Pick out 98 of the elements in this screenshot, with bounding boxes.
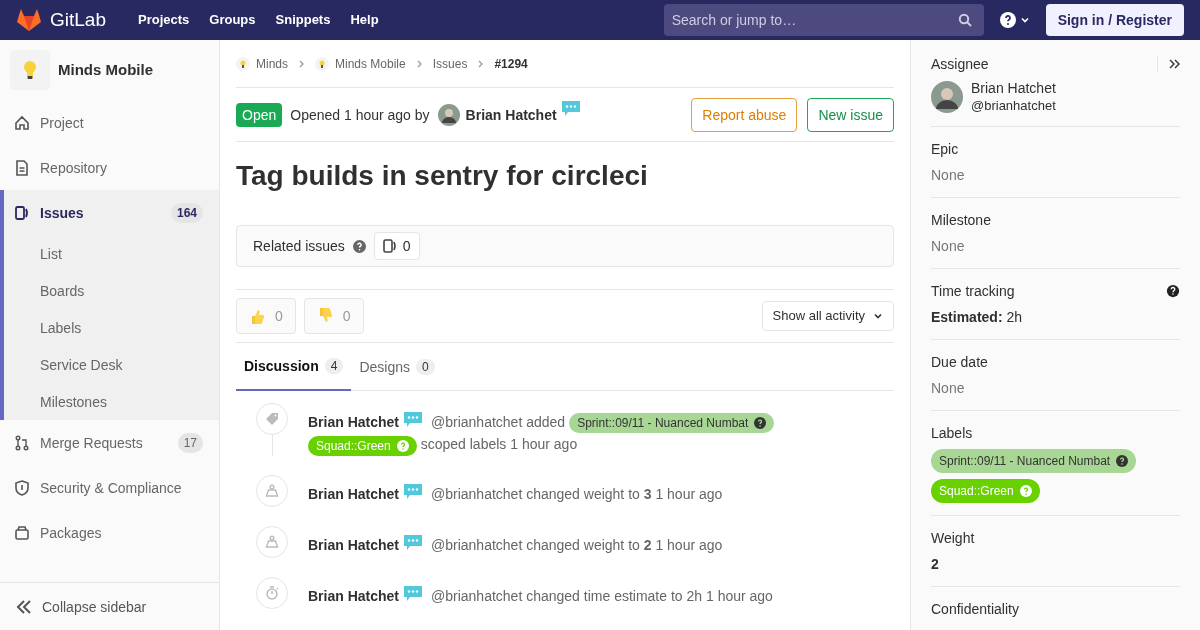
sidebar-item[interactable]: Packages [4,510,219,555]
breadcrumb-link[interactable]: #1294 [494,55,528,72]
sidebar-item[interactable]: Repository [4,145,219,190]
user-avatar[interactable] [931,80,963,113]
help-menu[interactable] [999,12,1030,28]
new-issue-button[interactable]: New issue [807,97,894,132]
section-value: None [931,165,966,185]
help-icon[interactable] [1116,454,1129,467]
lightbulb-icon [23,60,37,80]
breadcrumb-link[interactable]: Minds [256,55,288,72]
author-name[interactable]: Brian Hatchet [308,536,400,553]
breadcrumb-link[interactable]: Minds Mobile [335,55,406,72]
status-badge: Open [236,102,283,127]
count-badge: 164 [170,202,203,223]
label-badge: Squad::Green [931,478,1040,503]
section-title: Time tracking [931,281,1015,301]
section-value: 2 [931,554,940,574]
count-badge: 4 [324,358,344,374]
user-avatar [437,103,460,126]
chevron-down-icon [873,311,883,321]
event-text: @brianhatchet changed weight to 2 1 hour ago [431,536,723,553]
help-icon[interactable] [1166,283,1180,298]
breadcrumb-link[interactable]: Issues [432,55,468,72]
issues-icon [14,204,30,221]
event-text: @brianhatchet changed time estimate to 2h 1 hour ago [431,587,773,604]
double-chevron-left-icon [16,599,32,614]
chevron-right-icon [477,59,485,68]
search-field[interactable]: Search or jump to… [663,4,984,36]
chat-bubble-icon [403,482,424,500]
label-badge: Squad::Green [308,435,417,456]
nav-link[interactable]: Groups [209,10,256,30]
event-text: scoped labels 1 hour ago [420,436,578,453]
chat-bubble-icon [403,584,424,602]
section-title: Labels [931,423,973,443]
author-name[interactable]: Brian Hatchet [308,587,400,604]
related-count-badge: 0 [373,232,420,260]
thumbs-up-icon [249,307,265,325]
project-name[interactable]: Minds Mobile [58,58,153,82]
submenu-item[interactable]: List [4,235,219,272]
section-title: Weight [931,528,975,548]
submenu-item[interactable]: Milestones [4,383,219,420]
tab[interactable]: Discussion 4 [236,343,352,391]
author-name[interactable]: Brian Hatchet [465,104,557,125]
assignee-username: @brianhatchet [971,97,1056,114]
chat-bubble-icon [403,533,424,551]
lightbulb-icon [236,56,250,71]
event-text: @brianhatchet changed weight to 3 1 hour ago [431,485,723,502]
section-title: Confidentiality [931,599,1019,619]
home-icon [14,114,30,131]
sidebar-item[interactable]: Merge Requests 17 [4,420,219,465]
count-badge: 0 [416,359,435,375]
author-name[interactable]: Brian Hatchet [308,414,400,430]
author-name[interactable]: Brian Hatchet [308,485,400,502]
sidebar-item[interactable]: Issues 164 [4,190,219,235]
stopwatch-icon [263,583,281,602]
section-title: Epic [931,139,959,159]
issues-icon [382,239,397,253]
nav-link[interactable]: Projects [138,10,190,30]
tab[interactable]: Designs 0 [351,343,443,391]
count-badge: 17 [177,432,203,453]
submenu-item[interactable]: Service Desk [4,346,219,383]
document-icon [14,159,30,176]
lightbulb-icon [315,56,329,71]
search-icon [957,13,972,27]
assignee-name[interactable]: Brian Hatchet [971,80,1056,98]
opened-text: Opened 1 hour ago by [290,105,430,125]
section-value: None [931,236,966,256]
chevron-down-icon [1019,15,1030,25]
sign-in-button[interactable]: Sign in / Register [1045,4,1184,36]
collapse-sidebar-button[interactable]: Collapse sidebar [0,582,219,630]
chevron-right-icon [415,59,423,68]
shield-icon [14,479,30,496]
submenu-item[interactable]: Labels [4,309,219,346]
sidebar-item[interactable]: Security & Compliance [4,465,219,510]
chat-bubble-icon [403,411,424,428]
section-value: None [931,378,966,398]
issue-title: Tag builds in sentry for circleci [236,159,649,193]
help-icon [999,12,1016,28]
package-icon [14,524,30,541]
section-title: Milestone [931,210,991,230]
related-issues-label: Related issues [253,237,345,256]
chat-bubble-icon [560,100,581,117]
label-badge: Sprint::09/11 - Nuanced Numbat [931,448,1137,473]
section-title: Due date [931,352,988,372]
time-estimate: Estimated: 2h [931,307,1024,327]
activity-filter-dropdown[interactable]: Show all activity [761,301,894,331]
help-icon[interactable] [754,417,767,430]
fox-logo[interactable] [16,8,42,32]
event-text: @brianhatchet added [431,414,566,430]
label-badge: Sprint::09/11 - Nuanced Numbat [569,413,775,434]
merge-request-icon [14,434,30,451]
nav-link[interactable]: Snippets [275,10,331,30]
brand-name[interactable]: GitLab [50,5,106,35]
submenu-item[interactable]: Boards [4,272,219,309]
chevron-right-icon [298,59,305,68]
section-title: Assignee [931,55,989,74]
sidebar-item[interactable]: Project [4,100,219,145]
nav-link[interactable]: Help [350,10,379,30]
